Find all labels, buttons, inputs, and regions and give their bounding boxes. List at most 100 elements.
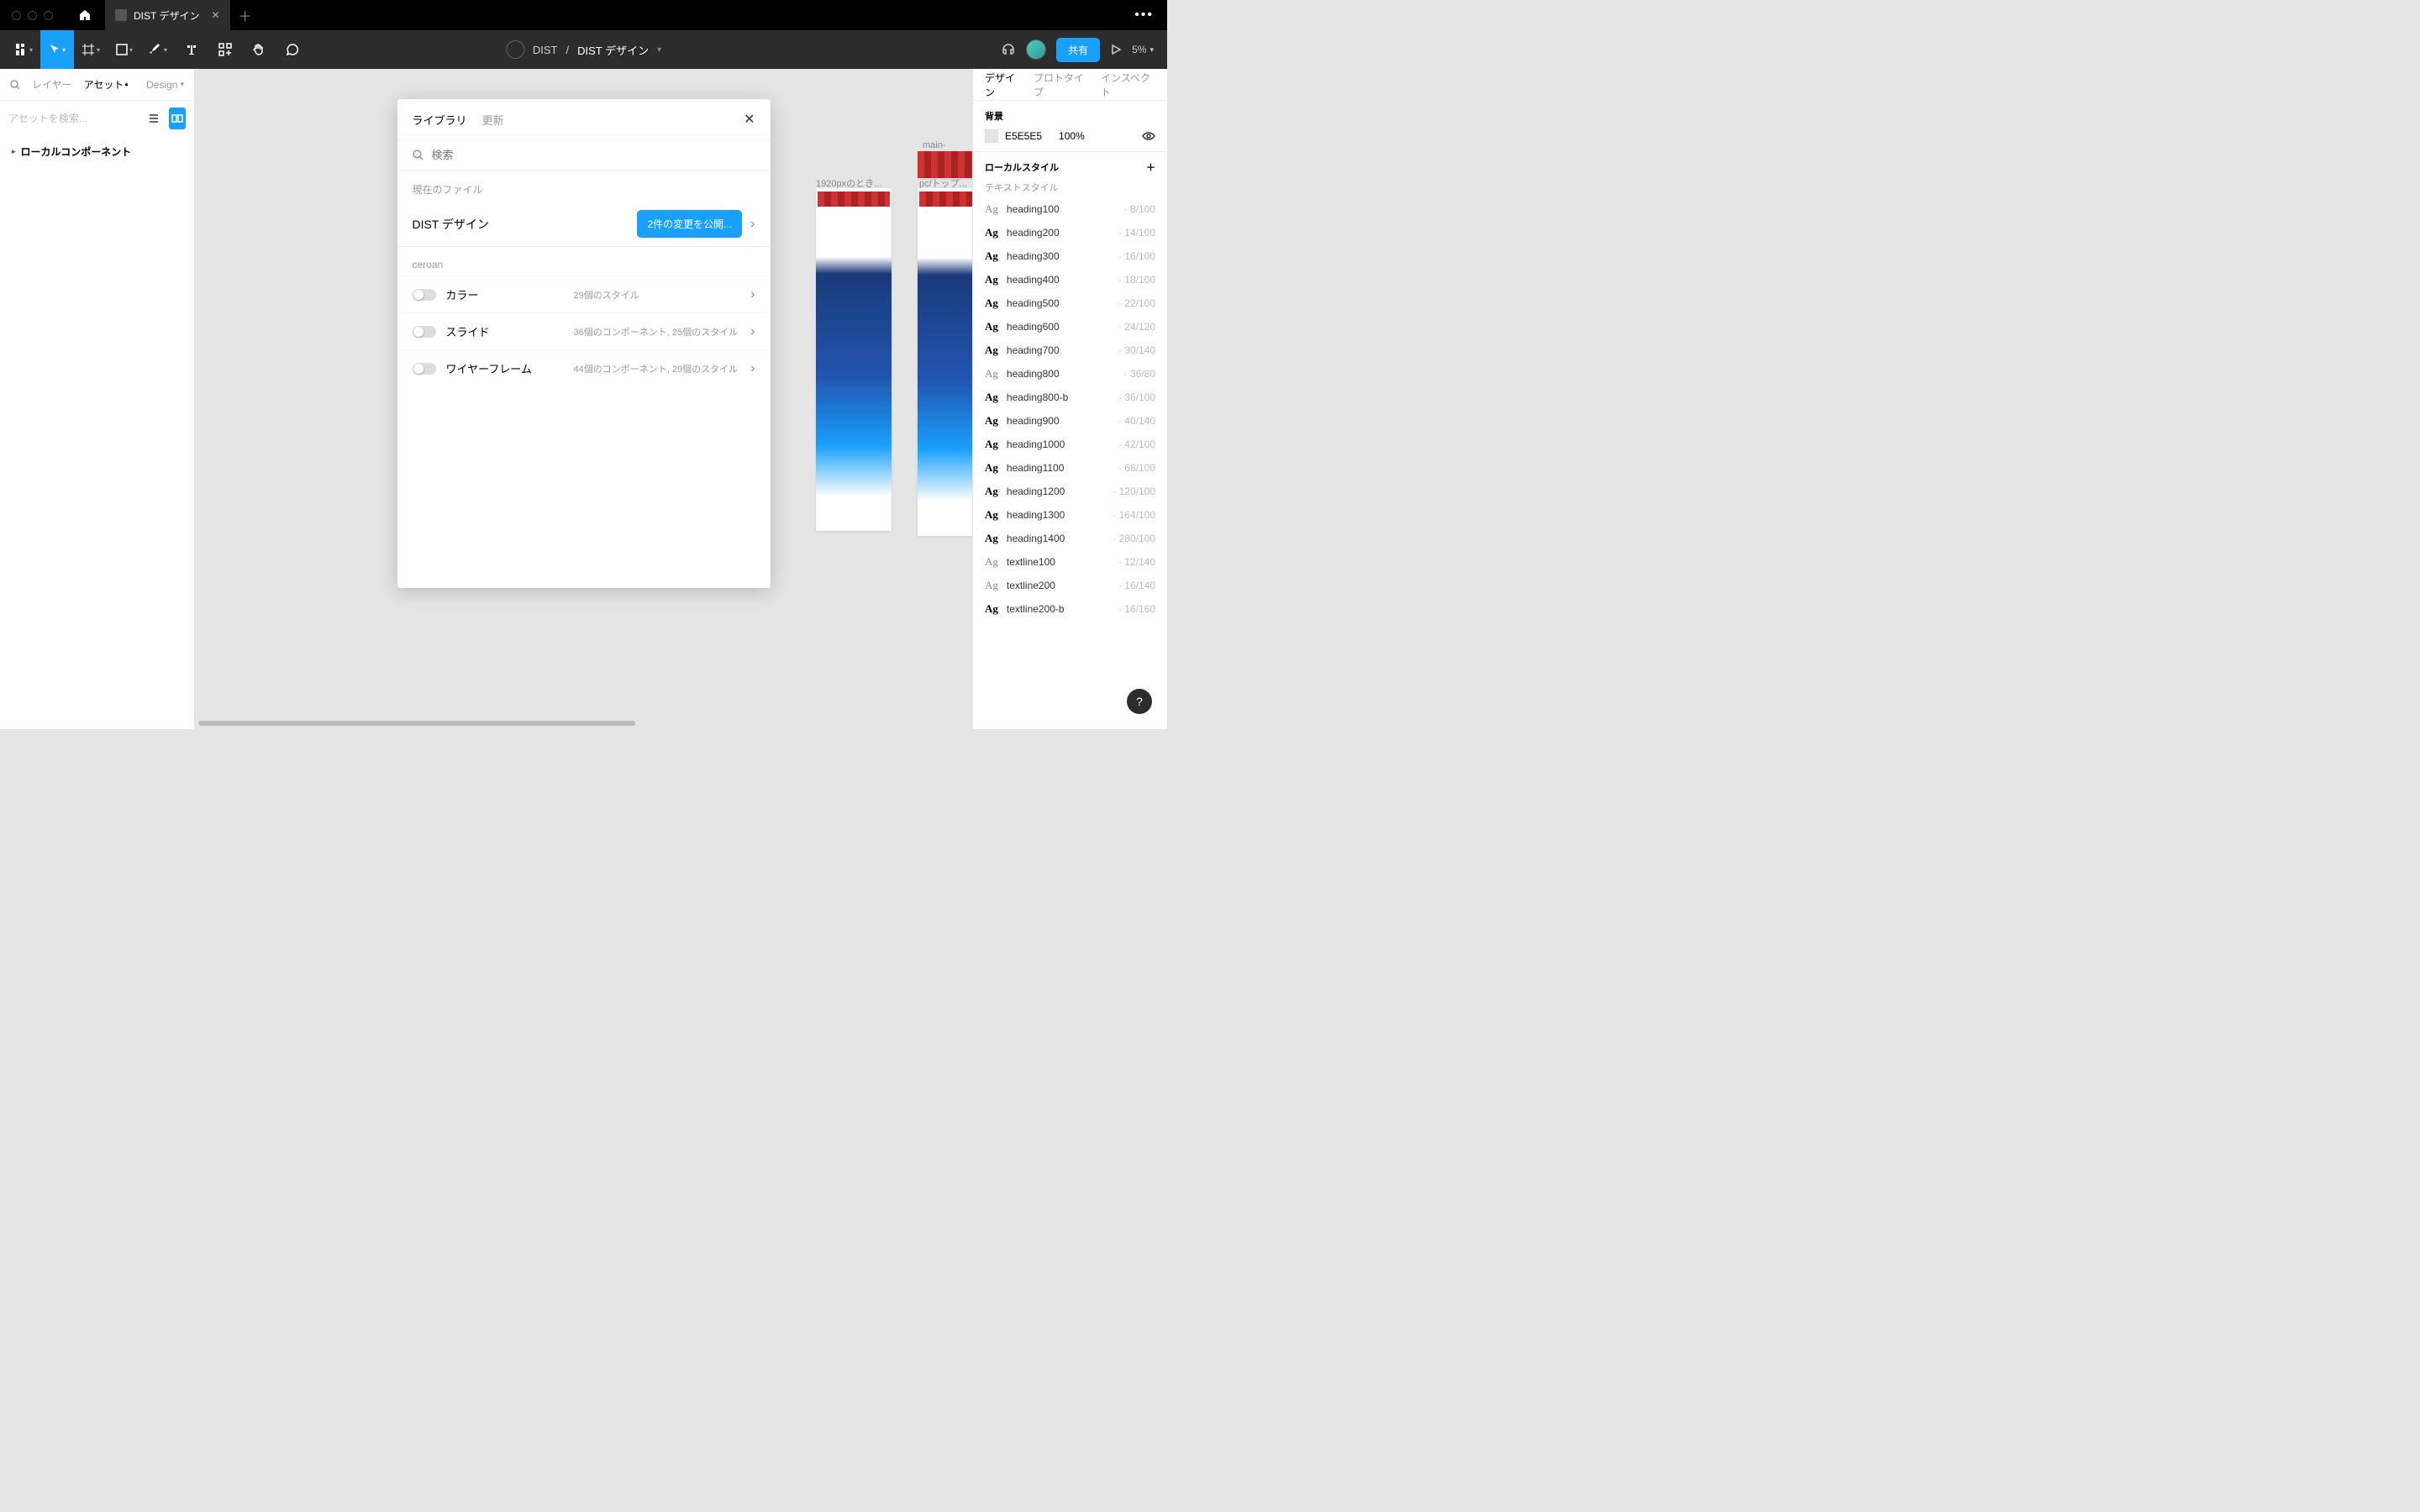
maximize-window[interactable] (44, 11, 53, 20)
chevron-right-icon[interactable]: › (750, 361, 755, 376)
bg-color-swatch[interactable] (985, 129, 998, 143)
bg-opacity[interactable]: 100% (1059, 130, 1085, 142)
bg-hex[interactable]: E5E5E5 (1005, 130, 1042, 142)
library-search-input[interactable] (432, 149, 755, 161)
user-avatar[interactable] (1026, 39, 1046, 60)
frame[interactable] (918, 151, 972, 178)
text-style-item[interactable]: Agheading1400280/100 (985, 527, 1155, 550)
style-preview-icon: Ag (985, 226, 998, 239)
library-toggle[interactable] (413, 326, 436, 338)
close-tab-icon[interactable]: ✕ (211, 9, 219, 21)
publish-button[interactable]: 2件の変更を公開... (637, 210, 742, 238)
style-meta: 164/100 (1113, 509, 1155, 521)
style-preview-icon: Ag (985, 367, 998, 381)
home-button[interactable] (71, 0, 98, 30)
text-style-item[interactable]: Agheading80036/80 (985, 362, 1155, 386)
frame[interactable] (918, 188, 972, 536)
chevron-right-icon[interactable]: › (750, 287, 755, 302)
chevron-down-icon[interactable]: ▾ (657, 45, 661, 55)
list-view-button[interactable] (145, 108, 162, 129)
text-style-item[interactable]: Agheading30016/100 (985, 244, 1155, 268)
text-style-item[interactable]: Agheading100042/100 (985, 433, 1155, 456)
project-name[interactable]: DIST (533, 44, 558, 56)
style-preview-icon: Ag (985, 485, 998, 498)
new-tab-button[interactable]: ＋ (230, 5, 260, 25)
move-tool[interactable]: ▾ (40, 30, 74, 69)
resources-tool[interactable] (208, 30, 242, 69)
frame-tool[interactable]: ▾ (74, 30, 108, 69)
chevron-right-icon[interactable]: › (750, 324, 755, 339)
horizontal-scrollbar[interactable] (198, 721, 635, 726)
text-style-item[interactable]: Agtextline10012/140 (985, 550, 1155, 574)
file-tab[interactable]: DIST デザイン ✕ (105, 0, 230, 30)
library-toggle[interactable] (413, 289, 436, 301)
hand-tool[interactable] (242, 30, 276, 69)
style-meta: 24/120 (1118, 321, 1155, 333)
file-name[interactable]: DIST デザイン (577, 42, 649, 58)
tab-assets[interactable]: アセット (84, 77, 129, 92)
style-name: heading200 (1007, 227, 1110, 239)
text-style-item[interactable]: Agheading110068/100 (985, 456, 1155, 480)
text-style-item[interactable]: Agheading50022/100 (985, 291, 1155, 315)
style-meta: 36/100 (1118, 391, 1155, 403)
share-button[interactable]: 共有 (1056, 38, 1100, 62)
comment-tool[interactable] (276, 30, 309, 69)
text-style-item[interactable]: Agtextline20016/140 (985, 574, 1155, 597)
modal-tab-update[interactable]: 更新 (482, 112, 504, 128)
shape-tool[interactable]: ▾ (108, 30, 141, 69)
asset-search-input[interactable] (8, 113, 139, 124)
style-preview-icon: Ag (985, 579, 998, 592)
text-tool[interactable] (175, 30, 208, 69)
main-menu[interactable]: ▾ (7, 30, 40, 69)
style-preview-icon: Ag (985, 532, 998, 545)
library-item[interactable]: スライド36個のコンポーネント, 25個のスタイル› (397, 312, 771, 349)
library-item[interactable]: カラー29個のスタイル› (397, 276, 771, 312)
text-style-item[interactable]: Agheading1200120/100 (985, 480, 1155, 503)
chevron-right-icon[interactable]: › (750, 217, 755, 232)
style-meta: 22/100 (1118, 297, 1155, 309)
text-style-item[interactable]: Agtextline200-b16/160 (985, 597, 1155, 621)
page-name: Design (146, 79, 177, 91)
present-button[interactable] (1110, 44, 1122, 55)
text-style-item[interactable]: Agheading1300164/100 (985, 503, 1155, 527)
frame[interactable] (816, 188, 892, 531)
style-meta: 280/100 (1113, 533, 1155, 544)
tab-design[interactable]: デザイン (985, 71, 1022, 99)
style-preview-icon: Ag (985, 461, 998, 475)
style-preview-icon: Ag (985, 555, 998, 569)
headphones-icon[interactable] (1001, 42, 1016, 57)
style-preview-icon: Ag (985, 273, 998, 286)
background-section-title: 背景 (985, 109, 1155, 123)
tab-layers[interactable]: レイヤー (32, 77, 72, 92)
page-dropdown[interactable]: Design ▾ (146, 79, 184, 91)
library-toggle[interactable] (413, 363, 436, 375)
text-style-item[interactable]: Agheading60024/120 (985, 315, 1155, 339)
text-style-item[interactable]: Agheading20014/100 (985, 221, 1155, 244)
minimize-window[interactable] (28, 11, 37, 20)
zoom-level[interactable]: 5% ▾ (1132, 44, 1160, 55)
visibility-icon[interactable] (1142, 129, 1155, 143)
tab-prototype[interactable]: プロトタイプ (1034, 71, 1089, 99)
close-modal-button[interactable]: ✕ (744, 111, 755, 128)
tab-inspect[interactable]: インスペクト (1101, 71, 1155, 99)
close-window[interactable] (12, 11, 21, 20)
style-name: heading800-b (1007, 391, 1110, 403)
pen-tool[interactable]: ▾ (141, 30, 175, 69)
text-style-item[interactable]: Agheading800-b36/100 (985, 386, 1155, 409)
style-name: textline200 (1007, 580, 1110, 591)
library-button[interactable] (169, 108, 186, 129)
window-menu[interactable]: ••• (1121, 8, 1167, 23)
help-button[interactable]: ? (1127, 689, 1152, 714)
file-icon (115, 9, 127, 21)
text-style-item[interactable]: Agheading1008/100 (985, 197, 1155, 221)
team-avatar[interactable] (506, 40, 524, 59)
text-style-item[interactable]: Agheading40018/100 (985, 268, 1155, 291)
text-style-item[interactable]: Agheading90040/140 (985, 409, 1155, 433)
modal-tab-library[interactable]: ライブラリ (413, 112, 467, 128)
add-style-button[interactable]: ＋ (1146, 160, 1155, 174)
search-icon[interactable] (10, 80, 20, 90)
library-item[interactable]: ワイヤーフレーム44個のコンポーネント, 29個のスタイル› (397, 349, 771, 386)
style-meta: 16/160 (1118, 603, 1155, 615)
text-style-item[interactable]: Agheading70030/140 (985, 339, 1155, 362)
local-components-section[interactable]: ローカルコンポーネント (0, 136, 194, 167)
